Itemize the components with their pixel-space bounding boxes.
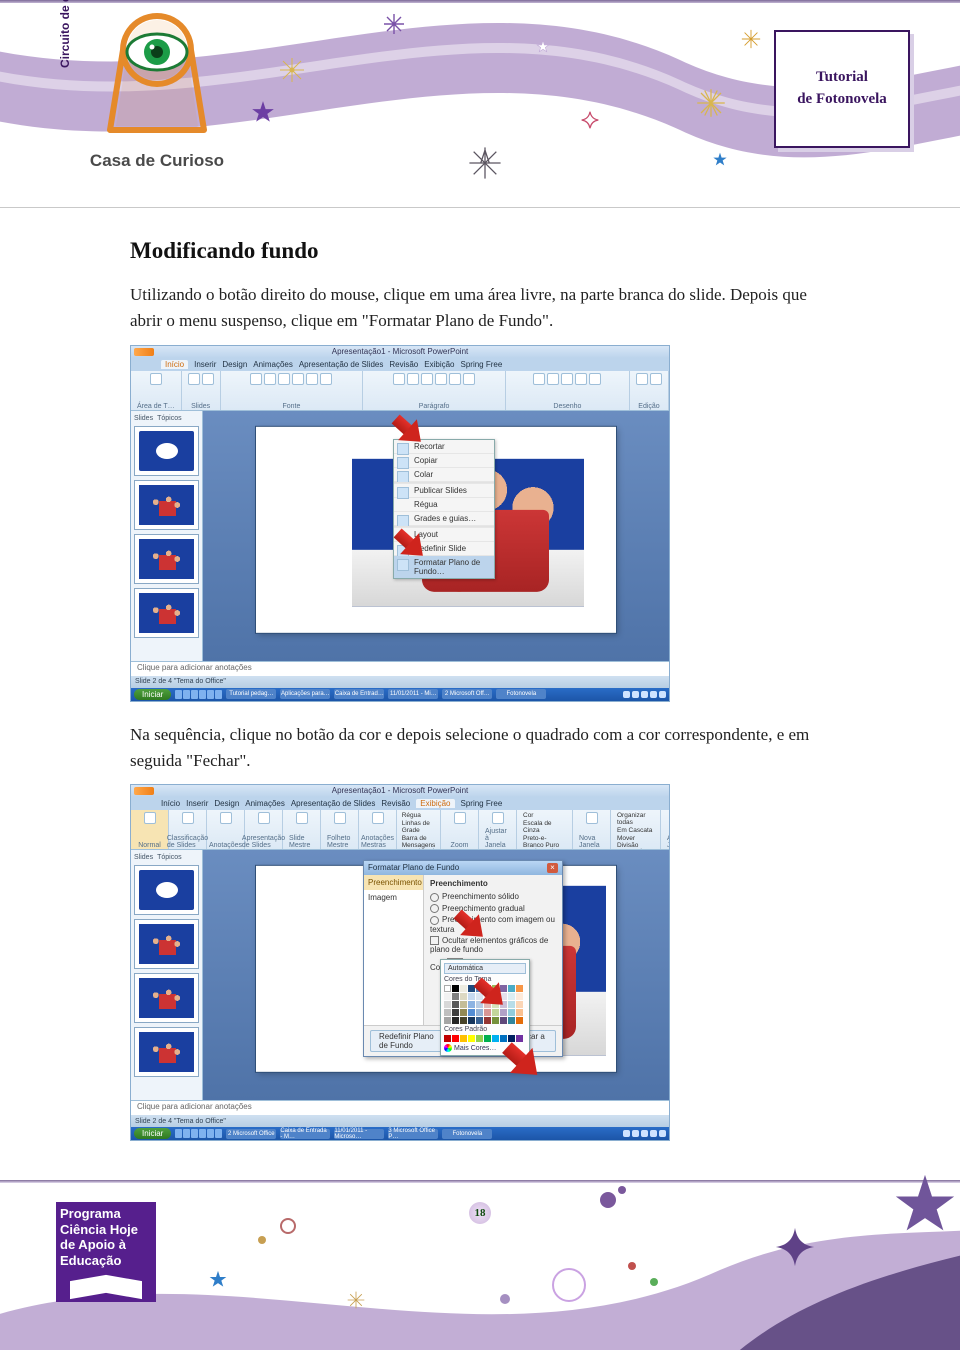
slide-canvas: Recortar Copiar Colar Publicar Slides Ré… <box>203 411 669 661</box>
brand-sidelabel: Circuito de oficinas <box>58 0 72 68</box>
color-palette: Automática Cores do Tema Cores Padrão <box>440 959 530 1056</box>
slide-thumb <box>134 534 199 584</box>
slide-thumb <box>134 1027 199 1077</box>
ctx-item: Redefinir Slide <box>394 542 494 556</box>
tutorial-line1: Tutorial <box>816 67 868 89</box>
ribbon-tab: Início <box>161 360 188 369</box>
ppt-ribbon-tabs: Início Inserir Design Animações Apresent… <box>131 358 669 371</box>
ribbon-tab: Design <box>222 360 247 369</box>
ribbon-tab: Spring Free <box>461 360 503 369</box>
circle-outline-icon <box>280 1218 296 1234</box>
page-footer: 18 Programa Ciência Hoje de Apoio à Educ… <box>0 1162 960 1350</box>
ctx-item: Layout <box>394 528 494 542</box>
purple-star-icon <box>772 1224 818 1275</box>
ribbon-tab: Exibição <box>416 799 454 808</box>
context-menu: Recortar Copiar Colar Publicar Slides Ré… <box>393 439 495 579</box>
taskbar: Iniciar Tutorial pedag… Aplicações para…… <box>131 688 669 701</box>
keyhole-eye-icon <box>102 12 212 142</box>
ctx-item: Régua <box>394 498 494 512</box>
close-icon: × <box>547 863 558 873</box>
open-book-icon <box>56 1272 156 1296</box>
status-bar: Slide 2 de 4 "Tema do Office" <box>131 1115 669 1127</box>
taskbar: Iniciar 2 Microsoft Office Caixa de Entr… <box>131 1127 669 1140</box>
ppt-titlebar: Apresentação1 - Microsoft PowerPoint <box>131 346 669 358</box>
dot-icon <box>258 1236 266 1244</box>
star-icon <box>208 1270 228 1295</box>
ribbon-tab: Início <box>161 799 180 808</box>
ribbon-tab: Exibição <box>424 360 454 369</box>
program-logo: Programa Ciência Hoje de Apoio à Educaçã… <box>56 1202 156 1302</box>
dot-icon <box>500 1294 510 1304</box>
ppt-ribbon-tabs: Início Inserir Design Animações Apresent… <box>131 797 669 810</box>
ctx-item: Colar <box>394 468 494 482</box>
slide-thumb <box>134 426 199 476</box>
circle-outline-icon <box>552 1268 586 1302</box>
ribbon-tab: Revisão <box>389 360 418 369</box>
tutorial-title-box: Tutorial de Fotonovela <box>774 30 910 148</box>
ppt-ribbon: Normal Classificação de Slides Anotações… <box>131 810 669 850</box>
ribbon-tab: Design <box>214 799 239 808</box>
ribbon-tab: Inserir <box>194 360 216 369</box>
screenshot-1: Apresentação1 - Microsoft PowerPoint Iní… <box>130 345 670 702</box>
slide-thumb <box>134 480 199 530</box>
format-background-dialog: Formatar Plano de Fundo× Preenchimento I… <box>363 860 563 1057</box>
paragraph-1: Utilizando o botão direito do mouse, cli… <box>130 282 830 335</box>
screenshot-2: Apresentação1 - Microsoft PowerPoint Iní… <box>130 784 670 1141</box>
ribbon-tab: Animações <box>253 360 293 369</box>
brand-caption: Casa de Curioso <box>72 151 242 171</box>
ctx-item: Recortar <box>394 440 494 454</box>
page-header: Circuito de oficinas Casa de Curioso Tut… <box>0 0 960 208</box>
ribbon-tab: Animações <box>245 799 285 808</box>
notes-placeholder: Clique para adicionar anotações <box>131 661 669 676</box>
ppt-ribbon: Área de T… Slides Fonte Parágrafo Desenh… <box>131 371 669 411</box>
page-content: Modificando fundo Utilizando o botão dir… <box>130 238 830 1141</box>
dot-icon <box>650 1278 658 1286</box>
slide-panel: SlidesTópicos <box>131 850 203 1100</box>
ribbon-tab: Apresentação de Slides <box>299 360 384 369</box>
ribbon-tab: Revisão <box>381 799 410 808</box>
slide-thumb <box>134 588 199 638</box>
status-bar: Slide 2 de 4 "Tema do Office" <box>131 676 669 688</box>
ribbon-tab: Inserir <box>186 799 208 808</box>
slide-panel: SlidesTópicos <box>131 411 203 661</box>
page-number: 18 <box>469 1202 491 1224</box>
notes-placeholder: Clique para adicionar anotações <box>131 1100 669 1115</box>
burst-icon <box>346 1290 366 1315</box>
ctx-item-format-bg: Formatar Plano de Fundo… <box>394 556 494 578</box>
slide-thumb <box>134 865 199 915</box>
outline-star-icon <box>676 1200 730 1259</box>
ribbon-tab: Apresentação de Slides <box>291 799 376 808</box>
ctx-item: Publicar Slides <box>394 484 494 498</box>
paragraph-2: Na sequência, clique no botão da cor e d… <box>130 722 830 775</box>
start-button: Iniciar <box>134 1128 171 1139</box>
tutorial-line2: de Fotonovela <box>797 89 887 111</box>
dot-icon <box>600 1192 616 1208</box>
corner-star-icon <box>890 1172 960 1247</box>
ctx-item: Copiar <box>394 454 494 468</box>
dot-icon <box>618 1186 626 1194</box>
section-heading: Modificando fundo <box>130 238 830 264</box>
slide-thumb <box>134 919 199 969</box>
dot-icon <box>628 1262 636 1270</box>
ribbon-tab: Spring Free <box>461 799 503 808</box>
ppt-titlebar: Apresentação1 - Microsoft PowerPoint <box>131 785 669 797</box>
slide-canvas: Formatar Plano de Fundo× Preenchimento I… <box>203 850 669 1100</box>
slide-thumb <box>134 973 199 1023</box>
start-button: Iniciar <box>134 689 171 700</box>
ctx-item: Grades e guias… <box>394 512 494 526</box>
brand-logo: Circuito de oficinas Casa de Curioso <box>72 12 242 171</box>
